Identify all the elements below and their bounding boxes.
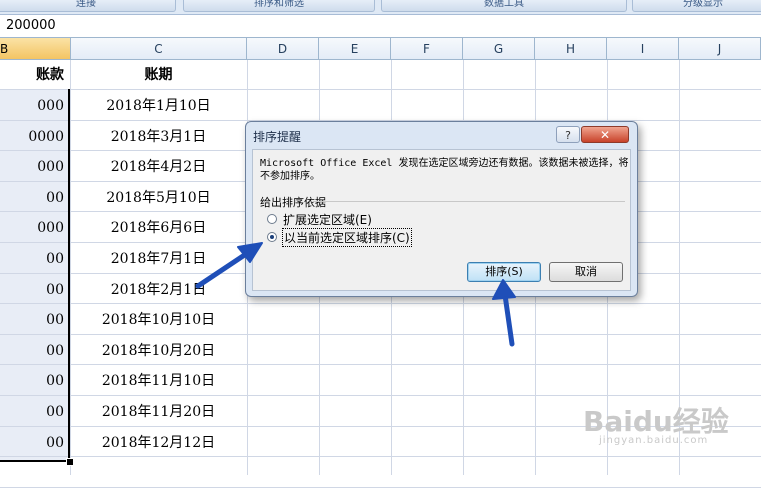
cell-c-date[interactable]: 2018年10月20日 (71, 336, 246, 366)
cell-c-date[interactable]: 2018年2月1日 (71, 275, 246, 305)
help-button[interactable]: ? (556, 126, 580, 143)
cell-c-date[interactable]: 2018年12月12日 (71, 428, 246, 458)
radio-expand-selection[interactable] (267, 214, 277, 224)
cell-c-date[interactable]: 2018年7月1日 (71, 244, 246, 274)
column-header-h[interactable]: H (535, 38, 607, 60)
fill-handle[interactable] (66, 458, 74, 466)
column-header-e[interactable]: E (319, 38, 391, 60)
column-header-g[interactable]: G (463, 38, 535, 60)
dialog-title: 排序提醒 (253, 130, 302, 144)
close-button[interactable]: ✕ (581, 126, 629, 143)
cell-c-date[interactable]: 2018年4月2日 (71, 152, 246, 182)
radio-current-selection[interactable] (267, 232, 277, 242)
formula-bar[interactable]: 200000 (0, 15, 761, 38)
radio-current-selection-label[interactable]: 以当前选定区域排序(C) (282, 228, 412, 247)
cell-c-date[interactable]: 2018年10月10日 (71, 305, 246, 335)
cell-c-date[interactable]: 2018年1月10日 (71, 91, 246, 121)
sort-warning-dialog: 排序提醒 ? ✕ Microsoft Office Excel 发现在选定区域旁… (245, 121, 638, 297)
ribbon-group-data-tools[interactable]: 数据工具 (381, 0, 627, 12)
cell-c-date[interactable]: 2018年11月10日 (71, 366, 246, 396)
column-header-d[interactable]: D (247, 38, 319, 60)
cell-c-date[interactable]: 2018年6月6日 (71, 213, 246, 243)
column-header-d-label: D (277, 42, 288, 56)
cell-c-header[interactable]: 账期 (71, 60, 246, 90)
column-header-f-label: F (423, 42, 430, 56)
column-header-b-label: B (0, 42, 9, 56)
column-header-j-label: J (717, 42, 722, 56)
radio-expand-selection-label[interactable]: 扩展选定区域(E) (283, 211, 372, 228)
column-header-e-label: E (350, 42, 359, 56)
cell-c-date[interactable]: 2018年3月1日 (71, 122, 246, 152)
watermark-url: jingyan.baidu.com (599, 435, 709, 446)
baidu-watermark: Baidu经验 jingyan.baidu.com (565, 398, 755, 458)
ribbon-group-strip: 连接 排序和筛选 数据工具 分级显示 (0, 0, 761, 15)
sort-basis-group-label: 给出排序依据 (260, 196, 326, 209)
cell-c-date[interactable]: 2018年11月20日 (71, 397, 246, 427)
column-header-i[interactable]: I (607, 38, 679, 60)
column-header-b[interactable]: B (0, 38, 71, 60)
column-header-f[interactable]: F (391, 38, 463, 60)
dialog-body: Microsoft Office Excel 发现在选定区域旁边还有数据。该数据… (252, 149, 631, 291)
group-separator (313, 201, 625, 202)
column-header-c[interactable]: C (71, 38, 247, 60)
sort-button[interactable]: 排序(S) (467, 262, 541, 282)
cell-b-header[interactable]: 账款 (0, 60, 64, 90)
column-header-h-label: H (565, 42, 576, 56)
dialog-message: Microsoft Office Excel 发现在选定区域旁边还有数据。该数据… (260, 158, 629, 182)
column-header-g-label: G (493, 42, 504, 56)
watermark-brand: Baidu经验 (583, 405, 729, 438)
cancel-button[interactable]: 取消 (549, 262, 623, 282)
ribbon-group-connections[interactable]: 连接 (0, 0, 176, 12)
column-header-j[interactable]: J (679, 38, 761, 60)
cell-c-date[interactable]: 2018年5月10日 (71, 183, 246, 213)
column-header-i-label: I (640, 42, 645, 56)
ribbon-group-outline[interactable]: 分级显示 (632, 0, 761, 12)
formula-bar-value[interactable]: 200000 (6, 18, 56, 33)
ribbon-group-sort-filter[interactable]: 排序和筛选 (183, 0, 375, 12)
column-header-c-label: C (154, 42, 163, 56)
selection-border (0, 89, 70, 462)
